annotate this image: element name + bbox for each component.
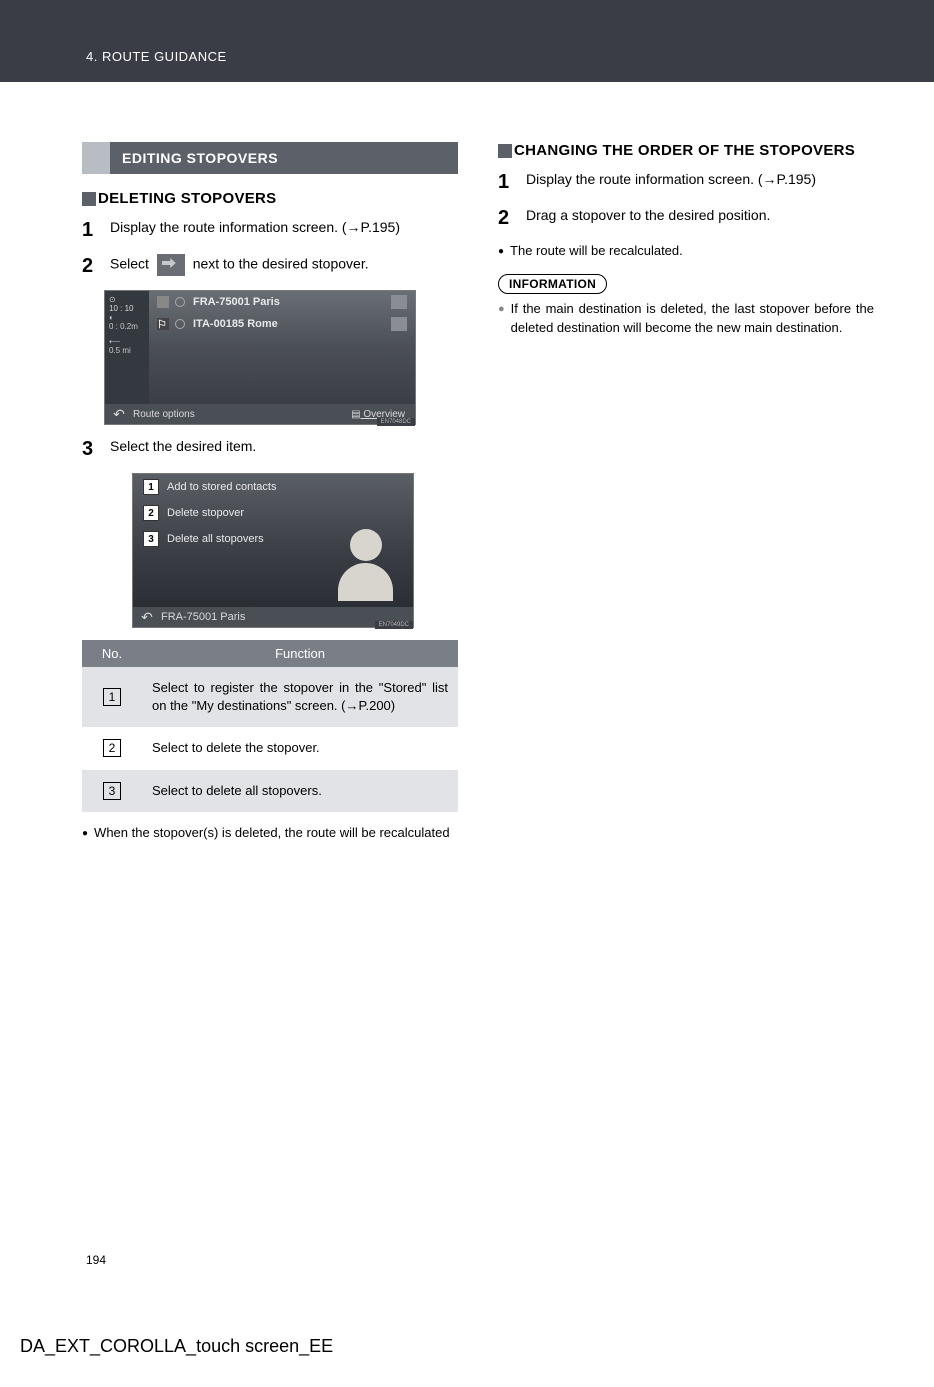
screenshot-tag: EN7048DC bbox=[377, 418, 415, 426]
subsection-marker bbox=[498, 144, 512, 158]
step2-text-a: Select bbox=[110, 256, 149, 272]
section-title: EDITING STOPOVERS bbox=[110, 142, 458, 174]
ss-row1-text: FRA-75001 Paris bbox=[193, 296, 280, 308]
function-table: No. Function 1 Select to register the st… bbox=[82, 640, 458, 812]
ss-sidebar: ⊙ 10 : 10 ◐ 0 : 0.2m ⟵ 0.5 mi bbox=[105, 291, 149, 406]
avatar-icon bbox=[338, 529, 393, 599]
ss2-item1-text: Add to stored contacts bbox=[167, 481, 276, 493]
table-header-no: No. bbox=[82, 640, 142, 667]
ss-row2-text: ITA-00185 Rome bbox=[193, 318, 278, 330]
ss2-bottom-text: FRA-75001 Paris bbox=[161, 611, 245, 623]
table-header-function: Function bbox=[142, 640, 458, 667]
step-number: 1 bbox=[82, 218, 110, 242]
flag-icon: ⚐ bbox=[157, 318, 169, 330]
bullet-text: When the stopover(s) is deleted, the rou… bbox=[94, 824, 458, 842]
left-column: EDITING STOPOVERS DELETING STOPOVERS 1 D… bbox=[82, 142, 458, 842]
content-area: EDITING STOPOVERS DELETING STOPOVERS 1 D… bbox=[0, 82, 934, 842]
footer-text: DA_EXT_COROLLA_touch screen_EE bbox=[20, 1336, 333, 1357]
step2-text-b: next to the desired stopover. bbox=[193, 256, 369, 272]
callout-2: 2 bbox=[143, 505, 159, 521]
route-options-label: Route options bbox=[133, 409, 195, 420]
ss2-bottom-bar: ↶ FRA-75001 Paris bbox=[133, 607, 413, 627]
step-2-right: 2 Drag a stopover to the desired positio… bbox=[498, 206, 874, 230]
ss2-item3-text: Delete all stopovers bbox=[167, 533, 264, 545]
ss-time: 10 : 10 bbox=[109, 304, 145, 313]
table-row: 1 Select to register the stopover in the… bbox=[82, 667, 458, 727]
ss-bottom-bar: ↶ Route options ▤ Overview bbox=[105, 404, 415, 424]
callout-1: 1 bbox=[143, 479, 159, 495]
flag-icon bbox=[157, 296, 169, 308]
table-header-row: No. Function bbox=[82, 640, 458, 667]
boxed-num-1: 1 bbox=[103, 688, 121, 706]
step-text: Display the route information screen. (→… bbox=[110, 218, 458, 238]
step-3: 3 Select the desired item. bbox=[82, 437, 458, 461]
edit-icon bbox=[157, 254, 185, 276]
step-number: 2 bbox=[498, 206, 526, 230]
bullet-recalculated-right: ● The route will be recalculated. bbox=[498, 242, 874, 260]
subsection-title: DELETING STOPOVERS bbox=[98, 190, 277, 207]
route-info-screenshot: ⊙ 10 : 10 ◐ 0 : 0.2m ⟵ 0.5 mi FRA-75001 … bbox=[104, 290, 416, 425]
boxed-num-3: 3 bbox=[103, 782, 121, 800]
information-content: ● If the main destination is deleted, th… bbox=[498, 300, 874, 338]
ss2-item-2: 2 Delete stopover bbox=[133, 500, 413, 526]
circle-icon bbox=[175, 319, 185, 329]
step-text: Select the desired item. bbox=[110, 437, 458, 457]
bullet-text: The route will be recalculated. bbox=[510, 242, 874, 260]
subsection-title: CHANGING THE ORDER OF THE STOPOVERS bbox=[514, 142, 855, 159]
section-header-block bbox=[82, 142, 110, 174]
information-box: INFORMATION ● If the main destination is… bbox=[498, 274, 874, 338]
ss-row-1: FRA-75001 Paris bbox=[149, 291, 415, 313]
header-band: 4. ROUTE GUIDANCE bbox=[0, 0, 934, 82]
ss-dist: 0 : 0.2m bbox=[109, 322, 145, 331]
section-header: EDITING STOPOVERS bbox=[82, 142, 458, 174]
ss-row-2: ⚐ ITA-00185 Rome bbox=[149, 313, 415, 335]
step-number: 2 bbox=[82, 254, 110, 278]
menu-screenshot: 1 Add to stored contacts 2 Delete stopov… bbox=[132, 473, 414, 628]
step-text: Display the route information screen. (→… bbox=[526, 170, 874, 190]
boxed-num-2: 2 bbox=[103, 739, 121, 757]
circle-icon bbox=[175, 297, 185, 307]
table-cell-func1: Select to register the stopover in the "… bbox=[142, 667, 458, 727]
step-1: 1 Display the route information screen. … bbox=[82, 218, 458, 242]
ss2-item-1: 1 Add to stored contacts bbox=[133, 474, 413, 500]
information-label: INFORMATION bbox=[498, 274, 607, 294]
subsection-marker bbox=[82, 192, 96, 206]
info-bullet: ● bbox=[498, 302, 505, 318]
screenshot-tag: EN7049DC bbox=[375, 621, 413, 629]
callout-3: 3 bbox=[143, 531, 159, 547]
page-number: 194 bbox=[86, 1253, 106, 1267]
back-icon: ↶ bbox=[133, 609, 161, 626]
right-column: CHANGING THE ORDER OF THE STOPOVERS 1 Di… bbox=[498, 142, 874, 842]
step-2: 2 Select next to the desired stopover. bbox=[82, 254, 458, 278]
step-text: Drag a stopover to the desired position. bbox=[526, 206, 874, 226]
edit-icon bbox=[391, 317, 407, 331]
table-row: 2 Select to delete the stopover. bbox=[82, 727, 458, 769]
table-row: 3 Select to delete all stopovers. bbox=[82, 770, 458, 812]
ss-dist2: 0.5 mi bbox=[109, 346, 145, 355]
breadcrumb: 4. ROUTE GUIDANCE bbox=[86, 49, 227, 64]
bullet-dot: ● bbox=[498, 245, 504, 259]
back-icon: ↶ bbox=[105, 406, 133, 423]
bullet-recalculated: ● When the stopover(s) is deleted, the r… bbox=[82, 824, 458, 842]
table-cell-func2: Select to delete the stopover. bbox=[142, 727, 458, 769]
step-text: Select next to the desired stopover. bbox=[110, 254, 458, 276]
subsection-changing-order: CHANGING THE ORDER OF THE STOPOVERS bbox=[498, 142, 874, 160]
table-cell-func3: Select to delete all stopovers. bbox=[142, 770, 458, 812]
info-text: If the main destination is deleted, the … bbox=[511, 300, 874, 338]
step-number: 1 bbox=[498, 170, 526, 194]
subsection-deleting: DELETING STOPOVERS bbox=[82, 190, 458, 208]
ss2-main: 1 Add to stored contacts 2 Delete stopov… bbox=[133, 474, 413, 609]
ss-main: FRA-75001 Paris ⚐ ITA-00185 Rome bbox=[149, 291, 415, 406]
bullet-dot: ● bbox=[82, 827, 88, 841]
ss2-item2-text: Delete stopover bbox=[167, 507, 244, 519]
step-1-right: 1 Display the route information screen. … bbox=[498, 170, 874, 194]
edit-icon bbox=[391, 295, 407, 309]
step-number: 3 bbox=[82, 437, 110, 461]
